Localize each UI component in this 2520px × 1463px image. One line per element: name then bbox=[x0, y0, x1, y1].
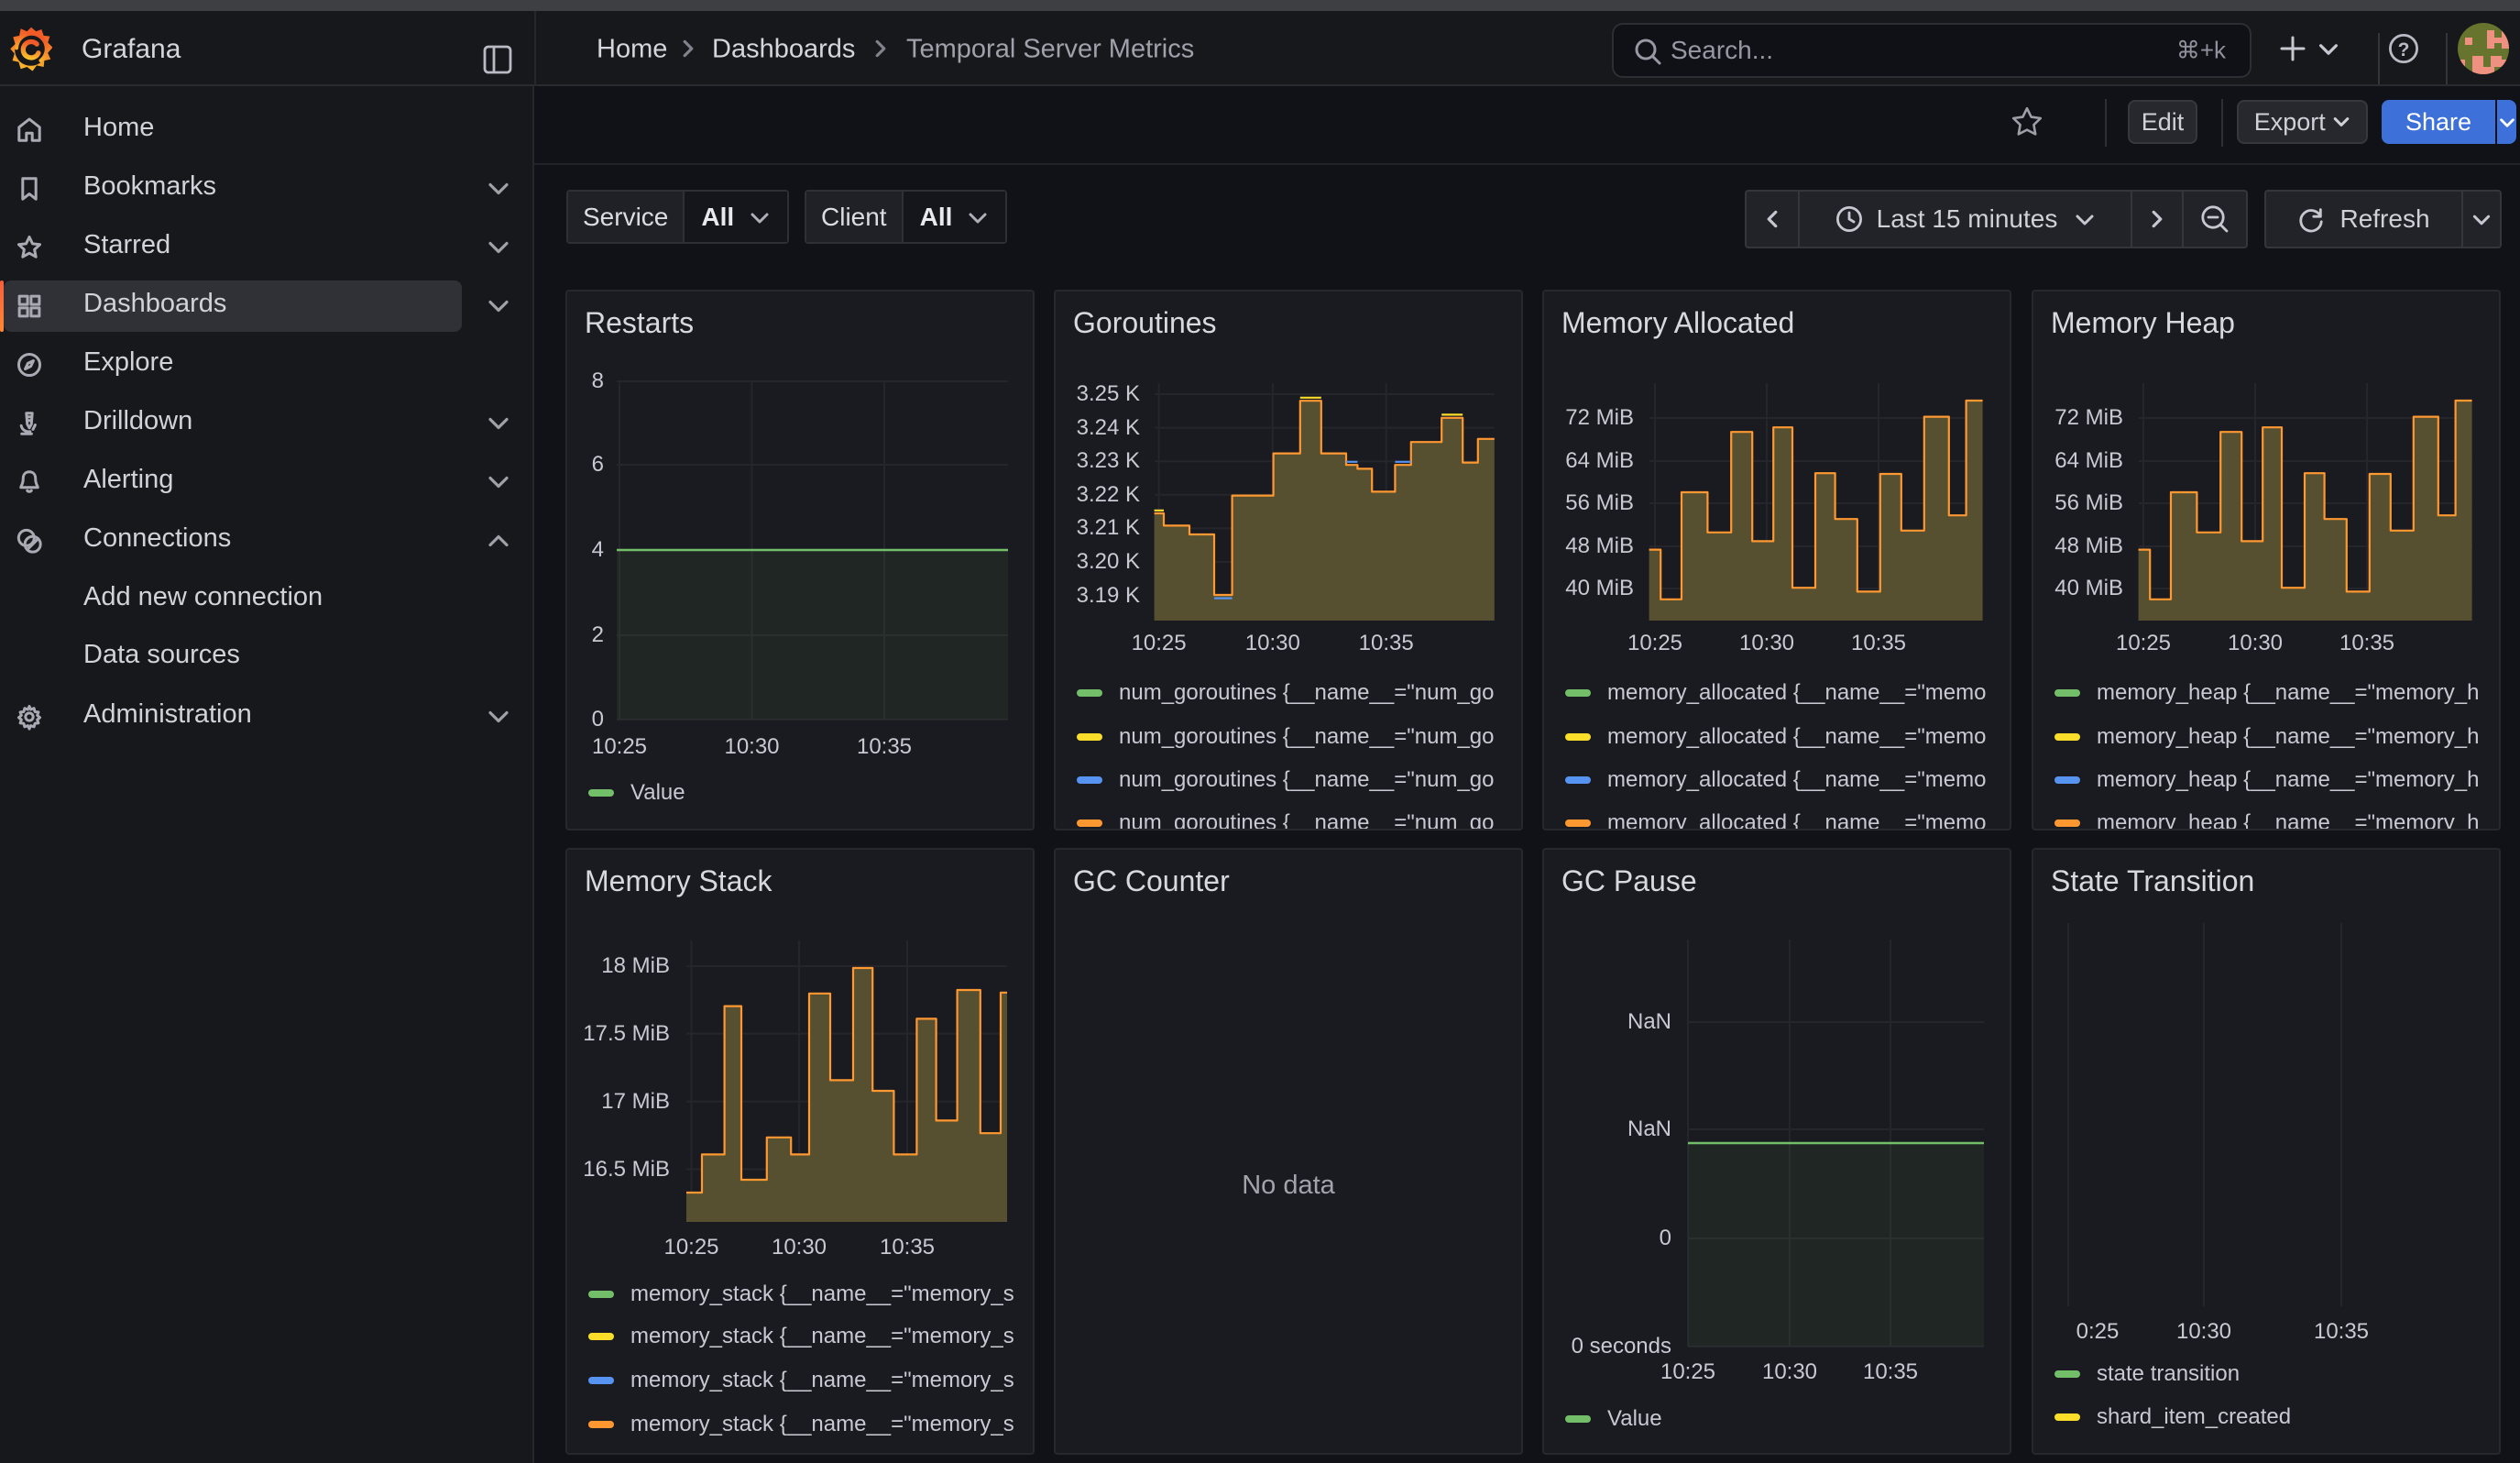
svg-text:?: ? bbox=[2398, 39, 2410, 60]
